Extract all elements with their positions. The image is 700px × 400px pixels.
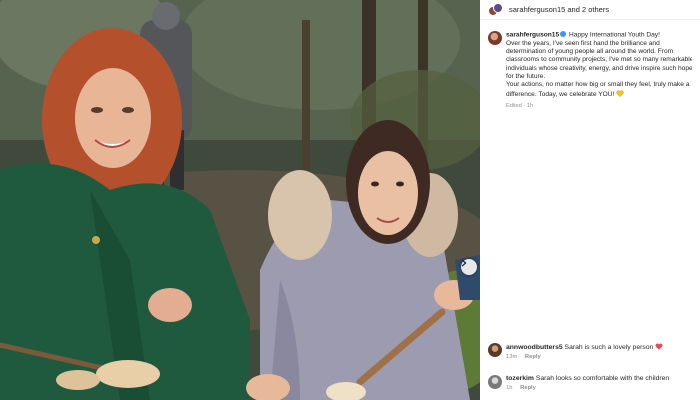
yellow-heart-icon — [616, 89, 624, 97]
caption-line: classrooms to community projects, I've m… — [506, 56, 692, 64]
red-heart-icon — [655, 343, 663, 350]
comment-username[interactable]: tozerkim — [506, 375, 534, 382]
collab-avatars[interactable] — [488, 2, 503, 17]
caption-body: sarahferguson15 Happy International Yout… — [506, 31, 692, 110]
avatar[interactable] — [488, 343, 502, 357]
avatar — [493, 2, 503, 13]
caption-time: 1h — [526, 102, 534, 109]
comment-meta: 1h Reply — [506, 385, 669, 391]
caption-line: difference. Today, we celebrate YOU! — [506, 89, 692, 99]
post-header-text[interactable]: sarahferguson15 and 2 others — [509, 5, 609, 14]
comment-time: 1h — [506, 385, 513, 391]
comment-username[interactable]: annwoodbutters5 — [506, 344, 563, 351]
edited-label: Edited — [506, 102, 522, 109]
reply-button[interactable]: Reply — [520, 385, 536, 391]
caption-text: Happy International Youth Day! — [568, 31, 660, 39]
avatar[interactable] — [488, 375, 502, 389]
post-header[interactable]: sarahferguson15 and 2 others — [480, 0, 700, 20]
comment-item: tozerkim Sarah looks so comfortable with… — [488, 375, 669, 391]
comment-text: Sarah is such a lovely person — [564, 344, 654, 351]
post-photo[interactable] — [0, 0, 480, 400]
caption-line: individuals whose creativity, energy, an… — [506, 64, 692, 72]
verified-badge-icon — [560, 31, 567, 37]
comment-text-line: tozerkim Sarah looks so comfortable with… — [506, 375, 669, 383]
caption-line: for the future. — [506, 72, 546, 80]
next-image-button[interactable] — [461, 259, 477, 275]
caption-meta: Edited · 1h — [506, 102, 534, 109]
caption-line: Over the years, I've seen first hand the… — [506, 39, 660, 47]
comment-meta: 13m Reply — [506, 354, 663, 360]
comment-time: 13m — [506, 354, 518, 360]
caption-line: determination of young people all around… — [506, 48, 674, 56]
avatar[interactable] — [488, 31, 502, 45]
caption-line: sarahferguson15 Happy International Yout… — [506, 31, 692, 40]
post-side-panel: sarahferguson15 and 2 others sarahfergus… — [480, 0, 700, 400]
comment-text: Sarah looks so comfortable with the chil… — [535, 375, 670, 382]
reply-button[interactable]: Reply — [525, 354, 541, 360]
photo-illustration — [0, 0, 480, 400]
comment-text-line: annwoodbutters5 Sarah is such a lovely p… — [506, 343, 663, 352]
caption-username[interactable]: sarahferguson15 — [506, 32, 559, 39]
caption-text: difference. Today, we celebrate YOU! — [506, 90, 615, 98]
chevron-right-icon — [461, 259, 467, 267]
comment-item: annwoodbutters5 Sarah is such a lovely p… — [488, 343, 663, 360]
post-caption: sarahferguson15 Happy International Yout… — [480, 20, 700, 110]
caption-line: Your actions, no matter how big or small… — [506, 81, 690, 89]
